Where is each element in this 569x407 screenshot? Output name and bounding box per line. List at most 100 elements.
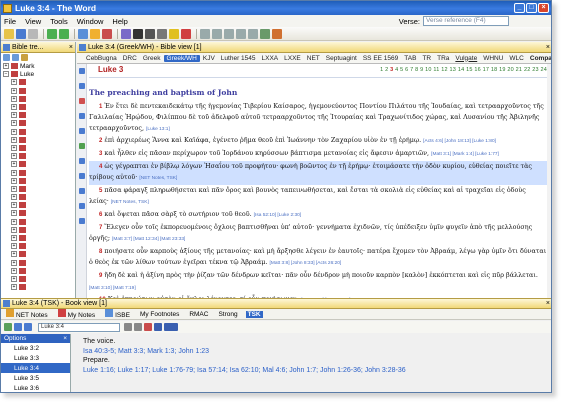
chapter-link[interactable]: 1 [380, 67, 383, 73]
bookmark-marker-icon[interactable] [79, 173, 85, 179]
expand-toggle-icon[interactable]: + [11, 259, 17, 266]
forward-arrow-icon[interactable] [24, 323, 32, 331]
bookmark-marker-icon[interactable] [79, 128, 85, 134]
tree-item[interactable]: + [3, 95, 75, 103]
chapter-link[interactable]: 16 [474, 67, 481, 73]
tab-isbe[interactable]: ISBE [103, 309, 132, 319]
bookmark-marker-icon[interactable] [79, 218, 85, 224]
bookmark-marker-icon[interactable] [79, 83, 85, 89]
verse[interactable]: 7 Ἔλεγεν οὖν τοῖς ἐκπορευομένοις ὄχλοις … [89, 222, 547, 246]
cross-reference-link[interactable]: [NET Notes, TSK] [139, 176, 177, 181]
tab-strong[interactable]: Strong [216, 311, 239, 318]
menu-help[interactable]: Help [112, 17, 127, 26]
tsk-refs-prepare[interactable]: Luke 1:16; Luke 1:17; Luke 1:76-79; Isa … [83, 366, 545, 376]
expand-toggle-icon[interactable]: + [11, 202, 17, 209]
tab-drc[interactable]: DRC [120, 55, 140, 62]
tab-net-notes[interactable]: NET Notes [4, 309, 50, 319]
chapter-link[interactable]: 3 [390, 67, 393, 73]
underline-icon[interactable] [157, 28, 167, 39]
tree-item[interactable]: + [3, 242, 75, 250]
vertical-scrollbar[interactable] [547, 64, 551, 298]
verse-number[interactable]: 9 [99, 273, 102, 279]
tab-tab[interactable]: TAB [401, 55, 419, 62]
tree-item[interactable]: + [3, 209, 75, 217]
verse-number[interactable]: 8 [99, 249, 102, 255]
align-right-icon[interactable] [224, 28, 234, 39]
tab-vulgate[interactable]: Vulgate [452, 55, 480, 62]
chapter-link[interactable]: 18 [491, 67, 498, 73]
expand-toggle-icon[interactable]: + [11, 104, 17, 111]
verse[interactable]: 6 καὶ ὄψεται πᾶσα σὰρξ τὸ σωτήριον τοῦ θ… [89, 209, 547, 222]
expand-toggle-icon[interactable]: + [11, 235, 17, 242]
expand-toggle-icon[interactable]: + [11, 79, 17, 86]
insert-link-icon[interactable] [260, 28, 270, 39]
save-icon[interactable] [16, 28, 26, 39]
close-icon[interactable]: × [69, 44, 73, 51]
expand-toggle-icon[interactable]: + [11, 120, 17, 127]
chapter-link[interactable]: 23 [532, 67, 539, 73]
close-icon[interactable]: × [546, 300, 550, 307]
tree-item[interactable]: + [3, 267, 75, 275]
verse[interactable]: 4 ὡς γέγραπται ἐν βίβλῳ λόγων Ἠσαΐου τοῦ… [89, 160, 547, 185]
chapter-link[interactable]: 12 [441, 67, 448, 73]
expand-toggle-icon[interactable]: + [11, 243, 17, 250]
tab-lxxe[interactable]: LXXE [281, 55, 304, 62]
edit-icon[interactable] [124, 323, 132, 331]
print-icon[interactable] [134, 323, 142, 331]
forward-arrow-icon[interactable] [59, 28, 69, 39]
chapter-link[interactable]: 8 [415, 67, 418, 73]
back-arrow-icon[interactable] [14, 323, 22, 331]
expand-toggle-icon[interactable]: + [11, 128, 17, 135]
verse-option[interactable]: Luke 3:2 [1, 343, 70, 353]
menu-file[interactable]: File [4, 17, 16, 26]
search-icon[interactable] [144, 323, 152, 331]
tree-item[interactable]: + [3, 144, 75, 152]
reference-field[interactable]: Luke 3:4 [38, 322, 120, 332]
open-folder-icon[interactable] [4, 28, 14, 39]
cross-reference-link[interactable]: [Matt 3:1] [Mark 1:4] [Luke 1:77] [431, 152, 499, 157]
expand-toggle-icon[interactable]: + [11, 218, 17, 225]
chapter-link[interactable]: 2 [385, 67, 388, 73]
tree-item[interactable]: + [3, 226, 75, 234]
tab-net[interactable]: NET [304, 55, 323, 62]
bold-icon[interactable] [133, 28, 143, 39]
tree-item[interactable]: − Luke [3, 70, 75, 78]
verse-number[interactable]: 2 [99, 138, 102, 144]
verse-number[interactable]: 5 [99, 188, 102, 194]
verse-option[interactable]: Luke 3:3 [1, 353, 70, 363]
tree-item[interactable]: + [3, 193, 75, 201]
close-button[interactable]: × [538, 3, 549, 13]
cross-reference-link[interactable]: [Luke 13:1] [146, 127, 170, 132]
tree-item[interactable]: + [3, 234, 75, 242]
tab-lxxa[interactable]: LXXA [259, 55, 282, 62]
verse-number[interactable]: 7 [99, 225, 102, 231]
bookmark-marker-icon[interactable] [79, 68, 85, 74]
tree-item[interactable]: + [3, 185, 75, 193]
tree-item[interactable]: + [3, 87, 75, 95]
align-center-icon[interactable] [212, 28, 222, 39]
sync-icon[interactable] [4, 323, 12, 331]
font-size-icon[interactable] [154, 323, 162, 331]
highlight-icon[interactable] [169, 28, 179, 39]
tree-item[interactable]: + [3, 128, 75, 136]
tab-ss-ee-1569[interactable]: SS EE 1569 [360, 55, 401, 62]
chapter-link[interactable]: 13 [450, 67, 457, 73]
numbered-list-icon[interactable] [248, 28, 258, 39]
expand-toggle-icon[interactable]: + [11, 275, 17, 282]
chapter-link[interactable]: 20 [507, 67, 514, 73]
note-marker-icon[interactable] [79, 98, 85, 104]
verse-reference-input[interactable]: Verse reference (F4) [423, 16, 509, 26]
tab-tsk[interactable]: TSK [245, 310, 263, 318]
chapter-link[interactable]: 6 [405, 67, 408, 73]
verse-option[interactable]: Luke 3:4 [1, 363, 70, 373]
cross-reference-link[interactable]: [Matt 3:10] [Matt 7:19] [89, 286, 136, 291]
color-picker-icon[interactable] [164, 323, 178, 331]
tree-item[interactable]: + [3, 177, 75, 185]
expand-toggle-icon[interactable]: + [11, 112, 17, 119]
chapter-link[interactable]: 11 [433, 67, 439, 73]
italic-icon[interactable] [145, 28, 155, 39]
verse[interactable]: 3 καὶ ἦλθεν εἰς πᾶσαν περίχωρον τοῦ Ἰορδ… [89, 148, 547, 161]
tab-kjv[interactable]: KJV [200, 55, 218, 62]
maximize-button[interactable]: □ [526, 3, 537, 13]
chapter-link[interactable]: 17 [483, 67, 490, 73]
